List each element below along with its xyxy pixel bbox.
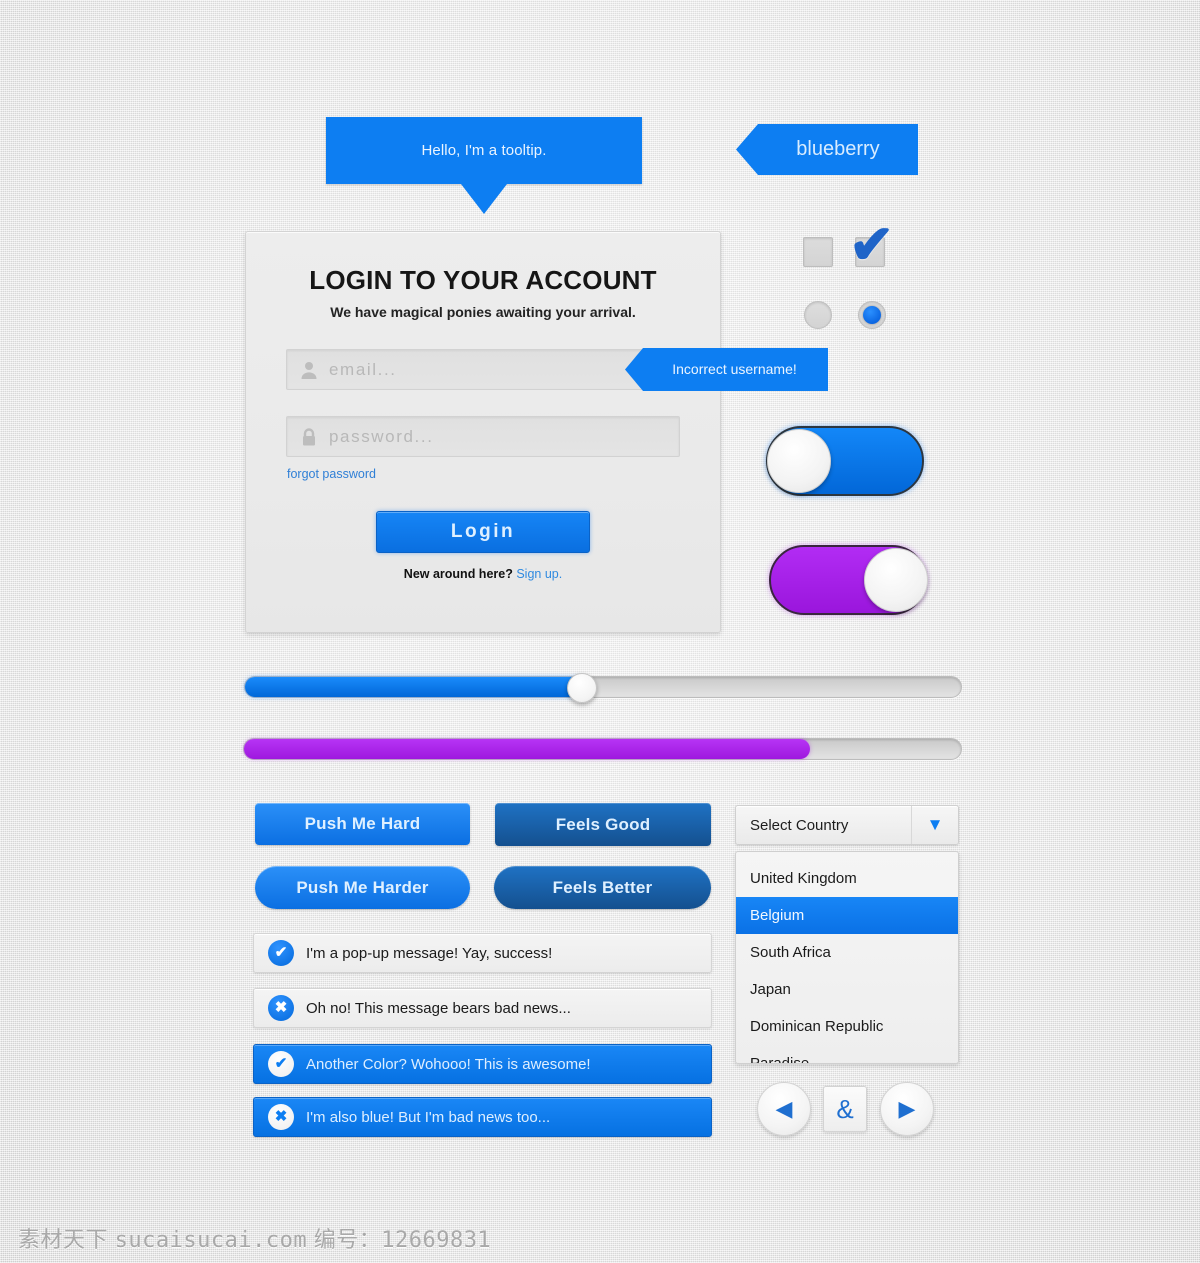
cross-icon: ✖ [268,1104,294,1130]
email-field-row: email... Incorrect username! [286,348,828,391]
signup-prefix: New around here? [403,567,517,581]
alert-error-light[interactable]: ✖ Oh no! This message bears bad news... [253,988,712,1028]
alert-message: I'm a pop-up message! Yay, success! [306,944,553,962]
radio-unselected[interactable] [804,301,832,329]
email-field[interactable]: email... [286,349,680,390]
check-icon: ✔ [268,940,294,966]
login-card: LOGIN TO YOUR ACCOUNT We have magical po… [245,231,828,633]
password-placeholder: password... [329,426,434,446]
forgot-password-link[interactable]: forgot password [287,467,720,481]
slider-track[interactable] [244,673,962,703]
page-title: LOGIN TO YOUR ACCOUNT [309,265,657,295]
alert-success-light[interactable]: ✔ I'm a pop-up message! Yay, success! [253,933,712,973]
login-subtitle: We have magical ponies awaiting your arr… [330,304,636,320]
select-option-japan[interactable]: Japan [736,971,958,1008]
country-select-label: Select Country [750,816,849,834]
check-icon: ✔ [849,215,895,275]
tooltip-text: Hello, I'm a tooltip. [421,142,547,159]
login-button[interactable]: Login [376,511,590,553]
push-me-hard-button[interactable]: Push Me Hard [255,803,470,845]
lock-icon [299,427,319,447]
user-icon [299,360,319,380]
tooltip-tail-icon [461,184,507,214]
alert-error-blue[interactable]: ✖ I'm also blue! But I'm bad news too... [253,1097,712,1137]
watermark-id-label: 编号： [313,1227,382,1252]
feels-good-button[interactable]: Feels Good [495,803,711,846]
toggle-knob[interactable] [864,548,928,612]
radio-selected[interactable] [858,301,886,329]
toggle-switch-blue[interactable] [766,426,924,496]
select-option-united-kingdom[interactable]: United Kingdom [736,852,958,897]
signup-link[interactable]: Sign up. [516,567,562,581]
chevron-down-icon[interactable]: ▼ [911,806,958,844]
ui-kit-canvas: Hello, I'm a tooltip. blueberry LOGIN TO… [0,0,1200,1263]
signup-line: New around here? Sign up. [246,567,720,581]
check-icon: ✔ [268,1051,294,1077]
slider-handle[interactable] [566,673,597,703]
alert-message: Another Color? Wohooo! This is awesome! [306,1055,591,1073]
country-select-list[interactable]: United Kingdom Belgium South Africa Japa… [735,851,959,1064]
error-tooltip: Incorrect username! [625,348,828,391]
tooltip-bubble: Hello, I'm a tooltip. [326,117,642,214]
checkbox-unchecked[interactable] [803,237,833,267]
progress-bar-fill [244,739,811,759]
select-option-south-africa[interactable]: South Africa [736,934,958,971]
watermark: 素材天下 sucaisucai.com 编号：12669831 [18,1222,491,1254]
select-option-belgium[interactable]: Belgium [736,897,958,934]
triangle-right-icon[interactable]: ▶ [880,1082,934,1136]
toggle-knob[interactable] [767,429,831,493]
slider-fill [245,677,582,697]
password-field-row: password... [286,416,680,457]
toggle-switch-purple[interactable] [769,545,928,615]
watermark-site: sucaisucai.com [114,1228,308,1253]
watermark-brand: 素材天下 [18,1227,109,1252]
alert-message: I'm also blue! But I'm bad news too... [306,1108,551,1126]
watermark-id-value: 12669831 [381,1228,492,1253]
blueberry-tag-label: blueberry [796,138,880,160]
feels-better-button[interactable]: Feels Better [494,866,711,909]
select-option-dominican-republic[interactable]: Dominican Republic [736,1008,958,1045]
country-select[interactable]: Select Country ▼ [735,805,959,845]
triangle-left-icon[interactable]: ◀ [757,1082,811,1136]
pager-ampersand-button[interactable]: & [823,1086,867,1132]
select-option-paradise[interactable]: Paradise [736,1045,958,1063]
alert-success-blue[interactable]: ✔ Another Color? Wohooo! This is awesome… [253,1044,712,1084]
blueberry-tag: blueberry [736,124,918,175]
push-me-harder-button[interactable]: Push Me Harder [255,866,470,909]
radio-dot-icon [863,306,881,324]
alert-message: Oh no! This message bears bad news... [306,999,571,1017]
progress-bar-track [243,738,962,760]
cross-icon: ✖ [268,995,294,1021]
password-field[interactable]: password... [286,416,680,457]
email-placeholder: email... [329,359,397,379]
